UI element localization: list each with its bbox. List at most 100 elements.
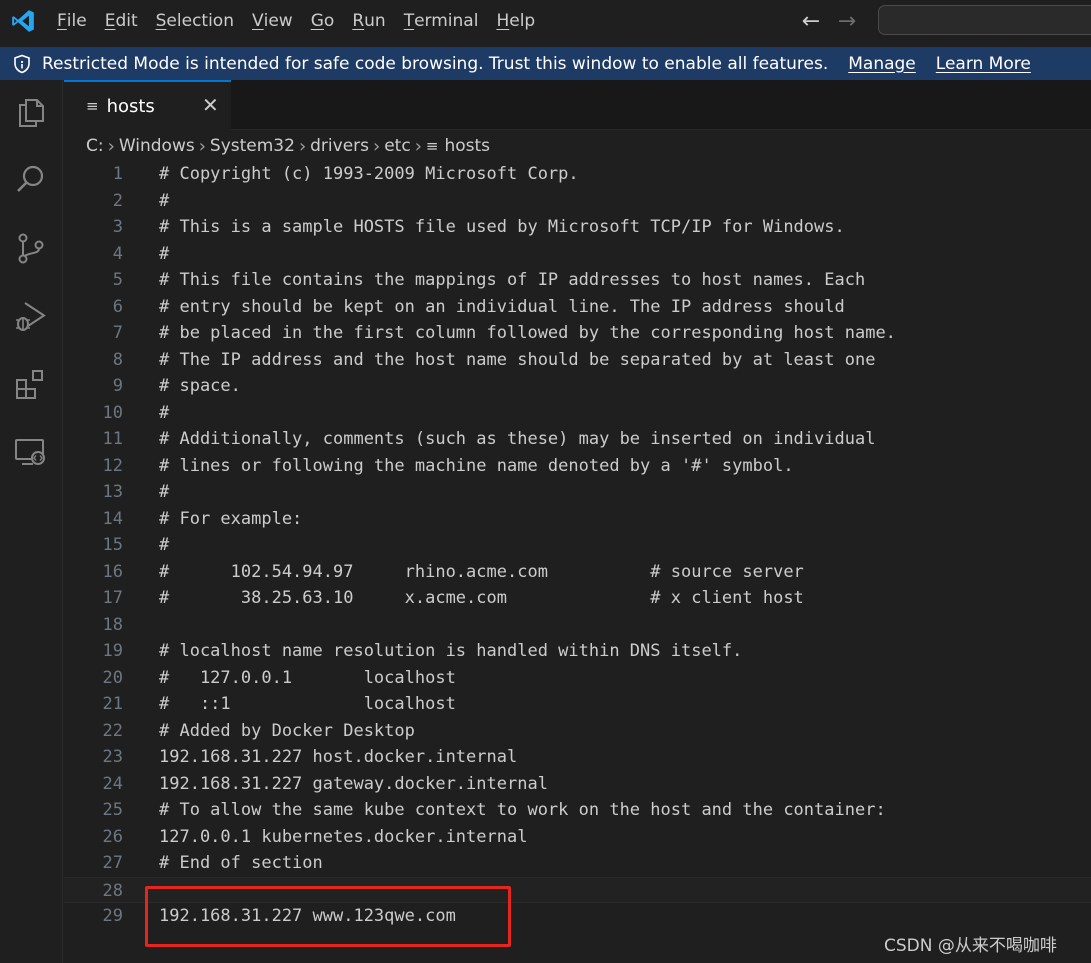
code-line[interactable]: 26 127.0.0.1 kubernetes.docker.internal: [64, 824, 1091, 851]
breadcrumb-item[interactable]: System32: [210, 136, 295, 156]
code-text: 127.0.0.1 kubernetes.docker.internal: [159, 826, 528, 847]
line-number: 25: [102, 800, 123, 820]
tab-bar: ≡ hosts ✕: [64, 80, 1091, 130]
menu-edit[interactable]: Edit: [96, 0, 147, 42]
code-line[interactable]: 17 # 38.25.63.10 x.acme.com # x client ho…: [64, 585, 1091, 612]
command-center-search[interactable]: [878, 5, 1091, 35]
code-line[interactable]: 4 #: [64, 241, 1091, 268]
vscode-logo-icon: [12, 10, 34, 32]
code-line[interactable]: 12 # lines or following the machine name …: [64, 453, 1091, 480]
line-number: 18: [102, 614, 123, 635]
learn-more-link[interactable]: Learn More: [936, 54, 1031, 74]
code-line[interactable]: 24 192.168.31.227 gateway.docker.internal: [64, 771, 1091, 798]
code-line[interactable]: 16 # 102.54.94.97 rhino.acme.com # source…: [64, 559, 1091, 586]
code-editor[interactable]: 1 # Copyright (c) 1993-2009 Microsoft Cor…: [64, 161, 1091, 963]
code-line[interactable]: 27 # End of section: [64, 850, 1091, 877]
menu-file[interactable]: File: [48, 0, 96, 42]
tab-hosts[interactable]: ≡ hosts ✕: [64, 80, 231, 130]
chevron-right-icon: ›: [298, 135, 307, 157]
code-line[interactable]: 20 # 127.0.0.1 localhost: [64, 665, 1091, 692]
search-icon[interactable]: [13, 162, 49, 198]
code-text: #: [159, 535, 170, 555]
breadcrumb-item[interactable]: Windows: [119, 136, 195, 156]
code-text: # For example:: [159, 508, 303, 529]
code-line[interactable]: 3 # This is a sample HOSTS file used by M…: [64, 214, 1091, 241]
line-number: 14: [102, 508, 123, 529]
manage-link[interactable]: Manage: [848, 54, 916, 74]
code-line[interactable]: 18: [64, 612, 1091, 639]
code-line[interactable]: 11 # Additionally, comments (such as thes…: [64, 426, 1091, 453]
code-line[interactable]: 10 #: [64, 400, 1091, 427]
code-line[interactable]: 25 # To allow the same kube context to wo…: [64, 797, 1091, 824]
line-number: 21: [102, 694, 123, 714]
line-number: 26: [102, 826, 123, 847]
file-lines-icon: ≡: [425, 137, 439, 155]
forward-arrow-icon[interactable]: →: [836, 9, 858, 34]
title-bar: File Edit Selection View Go Run Terminal Help ←…: [0, 0, 1091, 42]
code-text: # 127.0.0.1 localhost: [159, 667, 456, 688]
code-line[interactable]: 13 #: [64, 479, 1091, 506]
line-number: 7: [112, 323, 123, 343]
code-line[interactable]: 5 # This file contains the mappings of IP…: [64, 267, 1091, 294]
line-number: 4: [112, 243, 123, 264]
line-number: 16: [102, 561, 123, 582]
line-number: 5: [112, 270, 123, 290]
code-line[interactable]: 9 # space.: [64, 373, 1091, 400]
nav-arrows: ← →: [800, 0, 858, 42]
breadcrumb-item[interactable]: hosts: [444, 136, 490, 156]
code-text: #: [159, 402, 170, 423]
remote-explorer-icon[interactable]: [13, 434, 49, 470]
code-text: # entry should be kept on an individual …: [159, 296, 845, 317]
code-text: # 102.54.94.97 rhino.acme.com # source s…: [159, 561, 804, 582]
line-number: 1: [112, 164, 123, 184]
breadcrumb-item[interactable]: etc: [384, 136, 410, 156]
code-line[interactable]: 8 # The IP address and the host name shou…: [64, 347, 1091, 374]
line-number: 6: [112, 296, 123, 317]
code-text: # localhost name resolution is handled w…: [159, 641, 743, 661]
code-text: 192.168.31.227 host.docker.internal: [159, 747, 518, 767]
menu-selection[interactable]: Selection: [147, 0, 243, 42]
breadcrumb-item[interactable]: C:: [86, 136, 104, 156]
code-text: # space.: [159, 376, 241, 396]
line-number: 11: [102, 429, 123, 449]
code-line[interactable]: 2 #: [64, 188, 1091, 215]
line-number: 27: [102, 853, 123, 873]
line-number: 23: [102, 747, 123, 767]
extensions-icon[interactable]: [13, 366, 49, 402]
code-line[interactable]: 6 # entry should be kept on an individual…: [64, 294, 1091, 321]
code-text: # be placed in the first column followed…: [159, 323, 896, 343]
menu-run[interactable]: Run: [343, 0, 394, 42]
activity-bar: [0, 80, 63, 963]
breadcrumb-item[interactable]: drivers: [310, 136, 369, 156]
menu-go[interactable]: Go: [302, 0, 344, 42]
line-number: 28: [102, 880, 123, 901]
explorer-files-icon[interactable]: [13, 94, 49, 130]
code-line[interactable]: 21 # ::1 localhost: [64, 691, 1091, 718]
code-text: # 38.25.63.10 x.acme.com # x client host: [159, 588, 804, 608]
source-control-icon[interactable]: [13, 230, 49, 266]
code-line[interactable]: 1 # Copyright (c) 1993-2009 Microsoft Cor…: [64, 161, 1091, 188]
line-number: 29: [102, 906, 123, 926]
restricted-mode-banner: Restricted Mode is intended for safe cod…: [0, 47, 1091, 80]
code-text: # Added by Docker Desktop: [159, 720, 415, 741]
back-arrow-icon[interactable]: ←: [800, 9, 822, 34]
menu-view[interactable]: View: [243, 0, 302, 42]
code-line[interactable]: 15 #: [64, 532, 1091, 559]
menu-help[interactable]: Help: [487, 0, 544, 42]
code-text: # This file contains the mappings of IP …: [159, 270, 866, 290]
line-number: 12: [102, 455, 123, 476]
chevron-right-icon: ›: [198, 135, 206, 157]
code-text: # End of section: [159, 853, 323, 873]
code-line[interactable]: 22 # Added by Docker Desktop: [64, 718, 1091, 745]
code-line[interactable]: 23 192.168.31.227 host.docker.internal: [64, 744, 1091, 771]
line-number: 2: [112, 190, 123, 211]
code-line[interactable]: 19 # localhost name resolution is handled…: [64, 638, 1091, 665]
close-icon[interactable]: ✕: [202, 93, 219, 117]
code-line[interactable]: 14 # For example:: [64, 506, 1091, 533]
menu-terminal[interactable]: Terminal: [395, 0, 488, 42]
run-debug-icon[interactable]: [13, 298, 49, 334]
line-number: 22: [102, 720, 123, 741]
line-number: 19: [102, 641, 123, 661]
code-line[interactable]: 7 # be placed in the first column followe…: [64, 320, 1091, 347]
line-number: 17: [102, 588, 123, 608]
